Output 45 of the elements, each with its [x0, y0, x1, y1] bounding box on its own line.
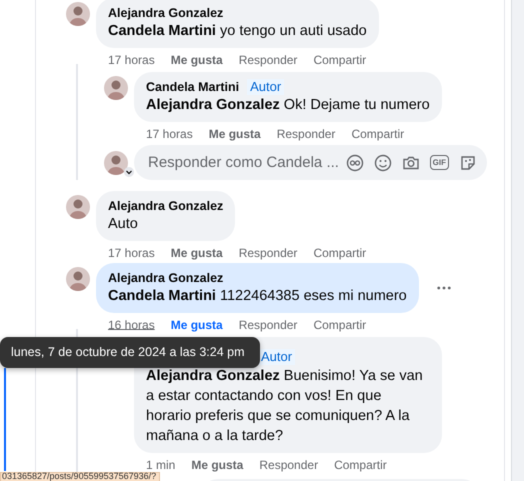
share-link[interactable]: Compartir: [351, 127, 404, 141]
status-bar-url: 031365827/posts/905599537567936/?: [0, 472, 160, 481]
like-link[interactable]: Me gusta: [208, 127, 261, 141]
date-tooltip: lunes, 7 de octubre de 2024 a las 3:24 pm: [0, 337, 260, 368]
author-badge: Autor: [258, 349, 296, 365]
chevron-down-icon[interactable]: [124, 167, 134, 177]
author-name[interactable]: Alejandra Gonzalez: [108, 270, 224, 286]
like-link[interactable]: Me gusta: [170, 246, 223, 260]
dots-icon: [436, 286, 451, 290]
comment-text: Auto: [108, 215, 139, 234]
timestamp-link[interactable]: 17 horas: [108, 53, 155, 67]
timestamp-link[interactable]: 16 horas: [108, 318, 155, 332]
comment-text: Candela Martini 1122464385 eses mi numero: [108, 287, 407, 306]
sticker-icon[interactable]: [459, 154, 477, 172]
comment-text: Alejandra Gonzalez Ok! Dejame tu numero: [146, 96, 430, 115]
avatar-sticker-icon[interactable]: [346, 154, 364, 172]
timestamp-link[interactable]: 17 horas: [146, 127, 193, 141]
emoji-icon[interactable]: [374, 154, 392, 172]
reply-link[interactable]: Responder: [238, 53, 298, 67]
reply-link[interactable]: Responder: [238, 318, 298, 332]
share-link[interactable]: Compartir: [334, 458, 387, 472]
share-link[interactable]: Compartir: [313, 246, 366, 260]
author-name[interactable]: Alejandra Gonzalez: [108, 198, 224, 214]
author-badge: Autor: [247, 79, 284, 95]
share-link[interactable]: Compartir: [313, 53, 366, 67]
share-link[interactable]: Compartir: [313, 318, 366, 332]
reply-link[interactable]: Responder: [276, 127, 336, 141]
gif-button[interactable]: GIF: [430, 155, 449, 170]
comment-text: Candela Martini yo tengo un auti usado: [108, 22, 367, 41]
like-link[interactable]: Me gusta: [191, 458, 244, 472]
author-name[interactable]: Candela Martini: [146, 79, 240, 95]
like-link[interactable]: Me gusta: [170, 53, 223, 67]
avatar[interactable]: [66, 2, 90, 26]
author-name[interactable]: Alejandra Gonzalez: [108, 5, 224, 21]
avatar[interactable]: [104, 150, 128, 174]
comment-text: Alejandra Gonzalez Buenisimo! Ya se van a estar contactando con vos! En que horario preferis que se comuniquen? A la mañana o a la tarde?: [146, 367, 424, 446]
reply-input[interactable]: Responder como Candela ... GIF: [134, 145, 487, 180]
avatar[interactable]: [104, 76, 128, 100]
reply-link[interactable]: Responder: [259, 458, 318, 472]
timestamp-link[interactable]: 1 min: [146, 458, 176, 472]
timestamp-link[interactable]: 17 horas: [108, 246, 155, 260]
avatar[interactable]: [66, 195, 90, 219]
avatar[interactable]: [66, 267, 90, 291]
reply-link[interactable]: Responder: [238, 246, 298, 260]
like-link[interactable]: Me gusta: [170, 318, 223, 332]
